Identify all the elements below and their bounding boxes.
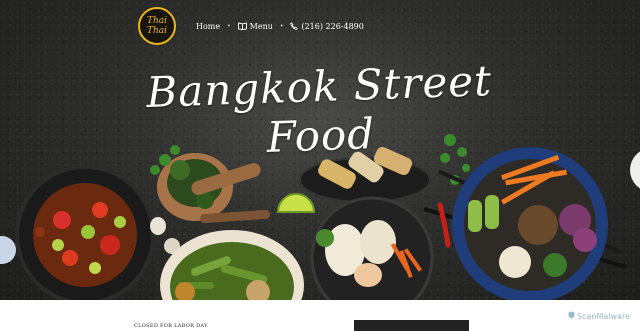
stir-fry-bowl <box>15 165 155 300</box>
dark-banner-box <box>354 320 469 331</box>
hero-banner: Bangkok Street Food Thai Thai Home • Men… <box>0 0 640 300</box>
closure-notice: CLOSED FOR LABOR DAY <box>134 323 208 329</box>
scanmalware-watermark: ScanMalware <box>568 311 630 321</box>
nav-home-link[interactable]: Home <box>196 22 220 31</box>
bao-plate <box>310 196 434 300</box>
salad-bowl <box>452 147 608 300</box>
green-bean-bowl <box>160 230 304 300</box>
hero-title: Bangkok Street Food <box>145 55 493 162</box>
watermark-text: ScanMalware <box>577 311 630 321</box>
shield-icon <box>568 311 575 321</box>
phone-icon <box>290 22 299 30</box>
nav-phone-label: (216) 226-4890 <box>301 21 364 31</box>
nav-phone-link[interactable]: (216) 226-4890 <box>290 21 364 31</box>
nav-separator: • <box>227 22 231 30</box>
nav-separator: • <box>279 22 284 30</box>
nav-menu-link[interactable]: Menu <box>237 21 273 31</box>
nav-menu-label: Menu <box>249 21 273 31</box>
logo-line-2: Thai <box>146 26 168 36</box>
logo-line-1: Thai <box>146 16 168 26</box>
top-nav: Thai Thai Home • Menu • (216) 226-4890 <box>138 6 364 46</box>
book-icon <box>237 22 247 30</box>
logo[interactable]: Thai Thai <box>138 7 176 45</box>
